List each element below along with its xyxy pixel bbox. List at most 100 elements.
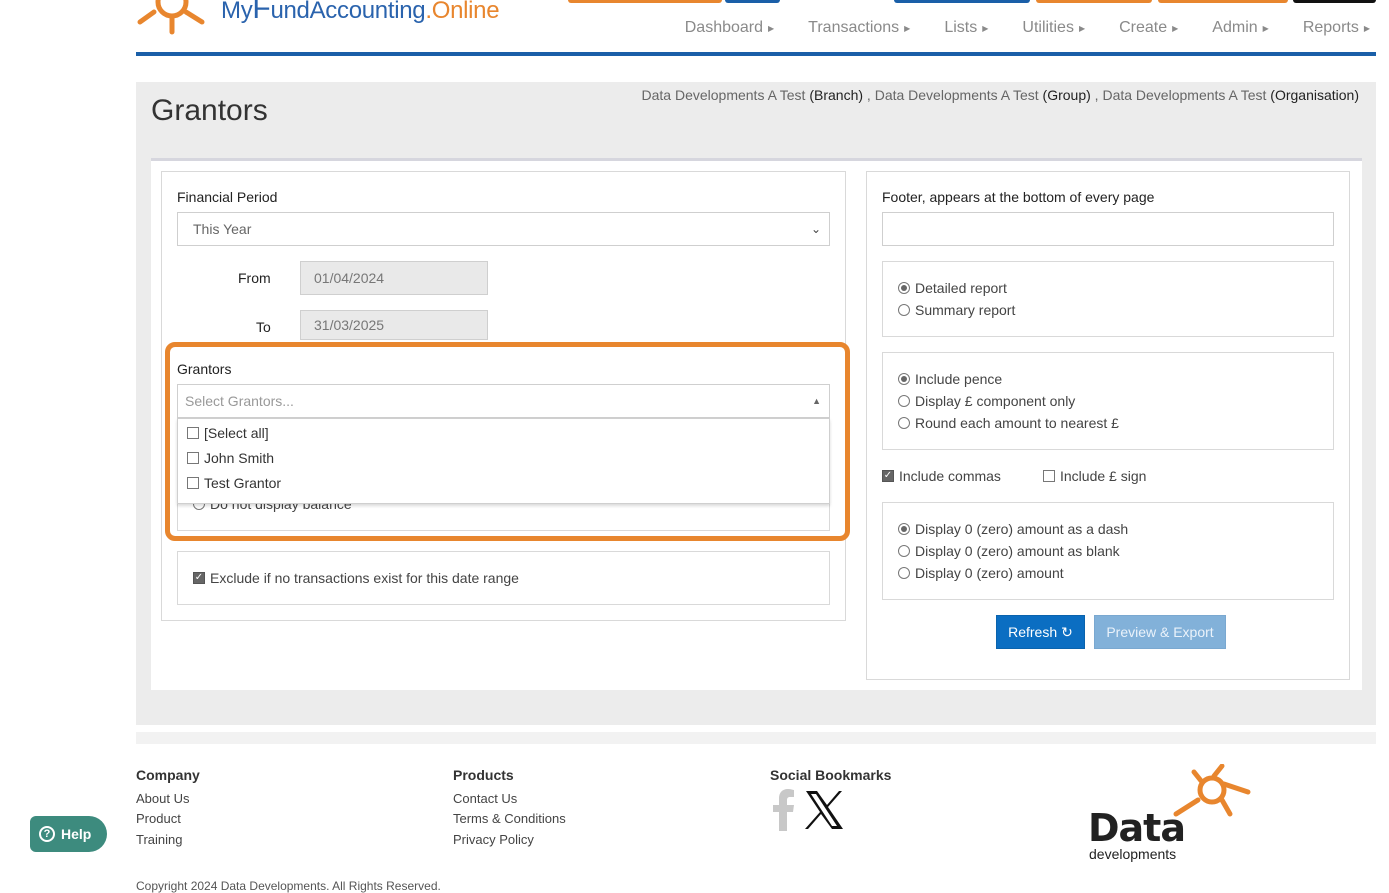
checkbox-icon [1043,470,1055,482]
help-label: Help [61,826,92,842]
preview-export-button[interactable]: Preview & Export [1094,615,1226,649]
footer-text-label: Footer, appears at the bottom of every p… [882,189,1155,205]
nav-reports[interactable]: Reports ▶ [1303,19,1370,37]
logo-wordmark[interactable]: MyFundAccounting.Online [221,0,500,26]
site-header: MyFundAccounting.Online Dashboard ▶ Trans… [136,0,1376,56]
logo-online: .Online [425,0,500,24]
to-date-input[interactable]: 31/03/2025 [300,310,488,340]
radio-icon [898,395,910,407]
footer-link-about[interactable]: About Us [136,791,189,806]
from-date-value: 01/04/2024 [314,270,385,286]
nav-lists[interactable]: Lists ▶ [944,19,988,37]
round-to-nearest-pound-radio[interactable]: Round each amount to nearest £ [898,415,1119,431]
nav-label: Utilities [1022,19,1074,36]
help-button[interactable]: ? Help [30,816,107,852]
radio-label: Display 0 (zero) amount as a dash [915,521,1129,537]
exclude-no-transactions-checkbox[interactable]: ✓ Exclude if no transactions exist for th… [193,570,519,586]
checkbox-label: Exclude if no transactions exist for thi… [210,570,519,586]
financial-period-select[interactable]: This Year ⌄ [177,212,830,246]
logo-my: My [221,0,253,24]
top-tab-strip [1158,0,1288,3]
checkbox-checked-icon: ✓ [193,572,205,584]
from-label: From [238,270,271,286]
include-pound-sign-checkbox[interactable]: Include £ sign [1043,468,1146,484]
radio-icon [898,417,910,429]
radio-selected-icon [898,282,910,294]
facebook-icon[interactable] [772,789,796,831]
zero-as-blank-radio[interactable]: Display 0 (zero) amount as blank [898,543,1120,559]
nav-label: Transactions [808,19,900,36]
radio-icon [898,304,910,316]
radio-selected-icon [898,373,910,385]
radio-label: Detailed report [915,280,1007,296]
from-date-input[interactable]: 01/04/2024 [300,261,488,295]
footer-link-contact[interactable]: Contact Us [453,791,517,806]
footer-company-logo-word: Data [1088,806,1186,850]
checkbox-checked-icon: ✓ [882,470,894,482]
footer-link-privacy[interactable]: Privacy Policy [453,832,534,847]
footer-social-heading: Social Bookmarks [770,767,892,783]
footer-link-terms[interactable]: Terms & Conditions [453,811,566,826]
copyright-text: Copyright 2024 Data Developments. All Ri… [136,879,441,893]
financial-period-value: This Year [193,221,252,237]
report-type-box [882,261,1334,337]
page-title: Grantors [151,94,268,127]
radio-icon [898,545,910,557]
zero-amount-radio[interactable]: Display 0 (zero) amount [898,565,1064,581]
footer-text-input[interactable] [882,212,1334,246]
logo-sun-icon[interactable] [136,0,212,38]
header-divider [136,52,1376,56]
button-label: Refresh [1008,624,1058,640]
include-commas-checkbox[interactable]: ✓ Include commas [882,468,1001,484]
breadcrumb-org-name: Data Developments A Test [1102,87,1267,103]
nav-transactions[interactable]: Transactions ▶ [808,19,910,37]
breadcrumb-group-name: Data Developments A Test [874,87,1039,103]
button-label: Preview & Export [1106,624,1214,640]
breadcrumb-separator: , [866,87,871,103]
breadcrumb-group-type: (Group) [1042,87,1091,103]
checkbox-label: Include £ sign [1060,468,1147,484]
refresh-icon: ↻ [1061,623,1073,640]
x-icon[interactable] [804,790,844,830]
summary-report-radio[interactable]: Summary report [898,302,1015,318]
detailed-report-radio[interactable]: Detailed report [898,280,1007,296]
refresh-button[interactable]: Refresh ↻ [996,615,1085,649]
nav-dashboard[interactable]: Dashboard ▶ [685,19,774,37]
pound-component-only-radio[interactable]: Display £ component only [898,393,1075,409]
footer-divider [136,732,1376,744]
caret-right-icon: ▶ [1363,23,1370,33]
question-icon: ? [39,826,55,842]
footer-company-logo-sub: developments [1089,846,1177,862]
radio-label: Include pence [915,371,1003,387]
caret-right-icon: ▶ [1078,23,1086,33]
nav-label: Admin [1212,19,1258,36]
include-pence-radio[interactable]: Include pence [898,371,1002,387]
breadcrumb: Data Developments A Test (Branch) , Data… [642,87,1360,103]
main-nav: Dashboard ▶ Transactions ▶ Lists ▶ Utilitie… [651,19,1370,37]
caret-right-icon: ▶ [1172,23,1179,33]
top-tab-strip [1036,0,1152,3]
radio-label: Display 0 (zero) amount as blank [915,543,1120,559]
nav-utilities[interactable]: Utilities ▶ [1022,19,1085,37]
radio-label: Display 0 (zero) amount [915,565,1064,581]
breadcrumb-branch-name: Data Developments A Test [641,87,806,103]
checkbox-label: Include commas [899,468,1001,484]
top-tab-strip [725,0,780,3]
footer-link-training[interactable]: Training [136,832,182,847]
breadcrumb-separator: , [1094,87,1099,103]
zero-as-dash-radio[interactable]: Display 0 (zero) amount as a dash [898,521,1128,537]
breadcrumb-org-type: (Organisation) [1270,87,1359,103]
breadcrumb-branch-type: (Branch) [809,87,864,103]
to-label: To [256,319,271,335]
grantors-highlight-annotation [165,342,850,541]
footer-link-product[interactable]: Product [136,811,181,826]
radio-selected-icon [898,523,910,535]
to-date-value: 31/03/2025 [314,317,385,333]
radio-label: Summary report [915,302,1016,318]
chevron-down-icon: ⌄ [810,222,821,236]
nav-admin[interactable]: Admin ▶ [1212,19,1269,37]
radio-icon [898,567,910,579]
top-tab-strip [568,0,722,3]
caret-right-icon: ▶ [982,23,989,33]
nav-create[interactable]: Create ▶ [1119,19,1178,37]
